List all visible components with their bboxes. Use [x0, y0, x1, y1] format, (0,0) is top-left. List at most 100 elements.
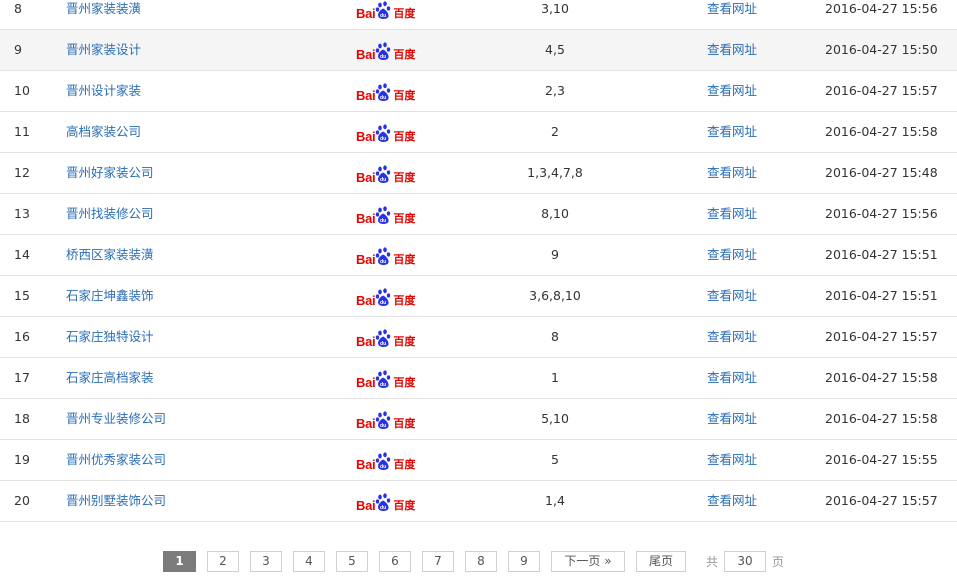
- search-engine-logo: Bai du 百度: [356, 204, 418, 226]
- rank-positions: 4,5: [545, 42, 565, 57]
- search-engine-logo: Bai du 百度: [356, 409, 418, 431]
- row-number: 10: [14, 83, 30, 98]
- keyword-link[interactable]: 石家庄高档家装: [66, 358, 154, 398]
- baidu-logo-text-right: 百度: [393, 376, 416, 389]
- search-engine-logo: Bai du 百度: [356, 163, 418, 185]
- baidu-logo-text-left: Bai: [356, 170, 376, 185]
- baidu-logo-text-left: Bai: [356, 129, 376, 144]
- check-time: 2016-04-27 15:58: [825, 411, 938, 426]
- baidu-logo-text-left: Bai: [356, 498, 376, 513]
- keyword-link[interactable]: 晋州找装修公司: [66, 194, 154, 234]
- baidu-logo: Bai du 百度: [356, 491, 415, 513]
- search-engine-logo: Bai du 百度: [356, 286, 418, 308]
- baidu-logo-text-right: 百度: [393, 7, 416, 20]
- baidu-logo-text-left: Bai: [356, 457, 376, 472]
- svg-text:du: du: [380, 341, 386, 347]
- table-row: 16 石家庄独特设计 Bai du 百度 8 查看网址 2016-04-27 15:57: [0, 317, 957, 358]
- keyword-link[interactable]: 石家庄坤鑫装饰: [66, 276, 154, 316]
- baidu-paw-icon: du: [376, 452, 391, 470]
- rank-positions: 3,6,8,10: [529, 288, 581, 303]
- keyword-link[interactable]: 晋州好家装公司: [66, 153, 154, 193]
- page-link[interactable]: 8: [465, 550, 497, 572]
- view-url-link[interactable]: 查看网址: [707, 358, 757, 398]
- rank-positions: 8: [551, 329, 559, 344]
- row-number: 16: [14, 329, 30, 344]
- row-number: 11: [14, 124, 30, 139]
- baidu-logo-text-right: 百度: [393, 335, 416, 348]
- view-url-link[interactable]: 查看网址: [707, 30, 757, 70]
- search-engine-logo: Bai du 百度: [356, 40, 418, 62]
- row-number: 14: [14, 247, 30, 262]
- page-link[interactable]: 3: [250, 550, 282, 572]
- keyword-link[interactable]: 晋州别墅装饰公司: [66, 481, 166, 521]
- page-current[interactable]: 1: [163, 550, 196, 572]
- baidu-logo-text-right: 百度: [393, 89, 416, 102]
- svg-text:du: du: [380, 136, 386, 142]
- baidu-logo-text-right: 百度: [393, 458, 416, 471]
- svg-text:du: du: [380, 177, 386, 183]
- view-url-link[interactable]: 查看网址: [707, 153, 757, 193]
- page-link[interactable]: 5: [336, 550, 368, 572]
- table-row: 11 高档家装公司 Bai du 百度 2 查看网址 2016-04-27 15:58: [0, 112, 957, 153]
- keyword-link[interactable]: 晋州设计家装: [66, 71, 141, 111]
- table-row: 14 桥西区家装装潢 Bai du 百度 9 查看网址 2016-04-27 15:51: [0, 235, 957, 276]
- view-url-link[interactable]: 查看网址: [707, 399, 757, 439]
- rank-positions: 8,10: [541, 206, 569, 221]
- baidu-logo-text-left: Bai: [356, 252, 376, 267]
- baidu-paw-icon: du: [376, 83, 391, 101]
- view-url-link[interactable]: 查看网址: [707, 317, 757, 357]
- search-engine-logo: Bai du 百度: [356, 81, 418, 103]
- baidu-logo: Bai du 百度: [356, 163, 415, 185]
- baidu-logo-text-left: Bai: [356, 334, 376, 349]
- view-url-link[interactable]: 查看网址: [707, 194, 757, 234]
- page-link[interactable]: 4: [293, 550, 325, 572]
- svg-text:du: du: [380, 300, 386, 306]
- last-page-button[interactable]: 尾页: [636, 550, 686, 572]
- keyword-link[interactable]: 晋州家装设计: [66, 30, 141, 70]
- svg-text:du: du: [380, 218, 386, 224]
- svg-text:du: du: [380, 95, 386, 101]
- page-link[interactable]: 2: [207, 550, 239, 572]
- view-url-link[interactable]: 查看网址: [707, 0, 757, 29]
- keyword-link[interactable]: 晋州专业装修公司: [66, 399, 166, 439]
- view-url-link[interactable]: 查看网址: [707, 440, 757, 480]
- svg-text:du: du: [380, 382, 386, 388]
- check-time: 2016-04-27 15:51: [825, 247, 938, 262]
- page-link[interactable]: 9: [508, 550, 540, 572]
- table-row: 20 晋州别墅装饰公司 Bai du 百度 1,4 查看网址 2016-04-27 15:57: [0, 481, 957, 522]
- check-time: 2016-04-27 15:55: [825, 452, 938, 467]
- keyword-link[interactable]: 石家庄独特设计: [66, 317, 154, 357]
- baidu-paw-icon: du: [376, 288, 391, 306]
- keyword-link[interactable]: 晋州优秀家装公司: [66, 440, 166, 480]
- view-url-link[interactable]: 查看网址: [707, 235, 757, 275]
- baidu-logo: Bai du 百度: [356, 122, 415, 144]
- baidu-logo-text-left: Bai: [356, 416, 376, 431]
- view-url-link[interactable]: 查看网址: [707, 112, 757, 152]
- next-page-button[interactable]: 下一页 »: [551, 550, 625, 572]
- ranking-table: 8 晋州家装装潢 Bai du 百度 3,10 查看网址 2016-04-27 15:56 9 晋…: [0, 0, 957, 522]
- row-number: 13: [14, 206, 30, 221]
- page-link[interactable]: 6: [379, 550, 411, 572]
- search-engine-logo: Bai du 百度: [356, 122, 418, 144]
- check-time: 2016-04-27 15:51: [825, 288, 938, 303]
- row-number: 18: [14, 411, 30, 426]
- total-suffix: 页: [772, 554, 785, 569]
- baidu-logo-text-left: Bai: [356, 293, 376, 308]
- baidu-logo: Bai du 百度: [356, 327, 415, 349]
- keyword-link[interactable]: 晋州家装装潢: [66, 0, 141, 29]
- view-url-link[interactable]: 查看网址: [707, 276, 757, 316]
- baidu-logo: Bai du 百度: [356, 409, 415, 431]
- table-row: 8 晋州家装装潢 Bai du 百度 3,10 查看网址 2016-04-27 15:56: [0, 0, 957, 30]
- page-link[interactable]: 7: [422, 550, 454, 572]
- view-url-link[interactable]: 查看网址: [707, 481, 757, 521]
- baidu-logo-text-left: Bai: [356, 211, 376, 226]
- keyword-link[interactable]: 桥西区家装装潢: [66, 235, 154, 275]
- row-number: 8: [14, 1, 22, 16]
- pagination: 1 23456789 下一页 » 尾页 共 30 页: [163, 550, 785, 572]
- keyword-link[interactable]: 高档家装公司: [66, 112, 141, 152]
- baidu-logo-text-left: Bai: [356, 6, 376, 21]
- rank-positions: 3,10: [541, 1, 569, 16]
- baidu-logo: Bai du 百度: [356, 204, 415, 226]
- view-url-link[interactable]: 查看网址: [707, 71, 757, 111]
- check-time: 2016-04-27 15:56: [825, 206, 938, 221]
